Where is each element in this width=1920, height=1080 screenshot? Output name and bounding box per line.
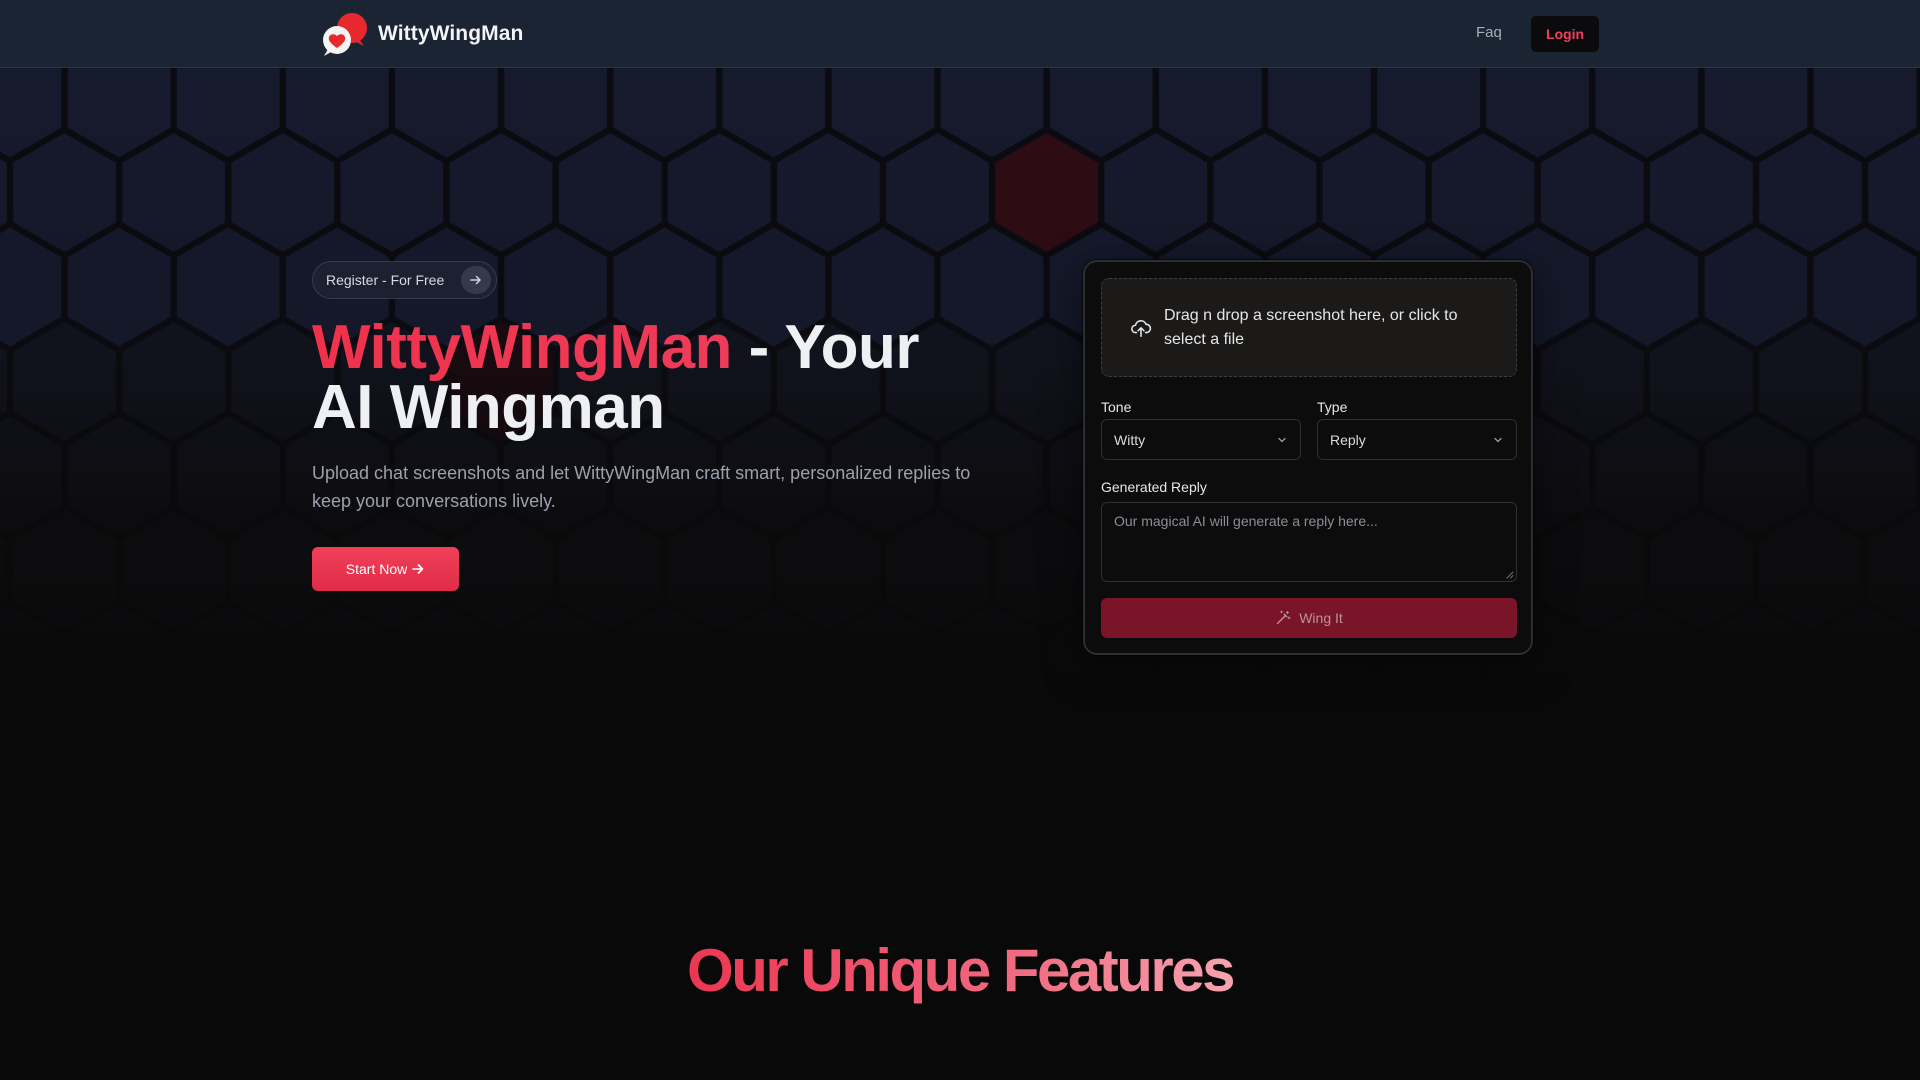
register-label: Register - For Free: [326, 272, 445, 288]
chat-bubbles-heart-logo: [323, 13, 367, 56]
nav-link-faq[interactable]: Faq: [1476, 24, 1502, 41]
top-navbar: WittyWingMan Faq Login: [0, 0, 1920, 68]
brand-name: WittyWingMan: [378, 22, 524, 45]
login-button[interactable]: Login: [1530, 15, 1600, 53]
hero-title: WittyWingMan - Your AI Wingman: [312, 317, 1012, 439]
type-label: Type: [1317, 399, 1348, 415]
register-for-free-button[interactable]: Register - For Free: [312, 261, 497, 299]
hero-subtitle: Upload chat screenshots and let WittyWin…: [312, 463, 971, 511]
arrow-right-icon: [412, 564, 424, 574]
chevron-down-icon: [1278, 437, 1286, 442]
features-heading: Our Unique Features: [0, 935, 1920, 1007]
wing-it-button[interactable]: Wing It: [1101, 598, 1517, 638]
screenshot-dropzone[interactable]: Drag n drop a screenshot here, or click …: [1101, 278, 1517, 377]
start-now-button[interactable]: Start Now: [312, 547, 459, 591]
brand-link[interactable]: WittyWingMan: [318, 10, 523, 58]
chevron-down-icon: [1494, 437, 1502, 442]
type-select-value: Reply: [1330, 431, 1366, 448]
generated-reply-textarea[interactable]: [1101, 502, 1517, 582]
dropzone-text: Drag n drop a screenshot here, or click …: [1164, 306, 1458, 348]
arrow-right-icon: [461, 266, 491, 294]
tone-label: Tone: [1101, 399, 1132, 415]
generated-reply-label: Generated Reply: [1101, 479, 1207, 495]
start-now-label: Start Now: [345, 561, 408, 577]
tone-select-value: Witty: [1114, 431, 1146, 448]
tone-select[interactable]: Witty: [1101, 419, 1301, 460]
wing-it-label: Wing It: [1299, 610, 1343, 626]
reply-generator-card: Drag n drop a screenshot here, or click …: [1083, 260, 1533, 655]
features-heading-text: Our Unique Features: [687, 937, 1235, 1004]
hero-title-rest: - Your: [731, 313, 920, 382]
page: WittyWingMan Faq Login Register - For Fr…: [0, 0, 1920, 1080]
hero-title-line-2: AI Wingman: [312, 373, 665, 442]
hero-title-accent: WittyWingMan: [312, 313, 732, 382]
type-select[interactable]: Reply: [1317, 419, 1517, 460]
resize-grip-icon[interactable]: [1505, 570, 1514, 579]
magic-wand-icon: [1277, 610, 1291, 625]
cloud-upload-icon: [1131, 319, 1152, 337]
